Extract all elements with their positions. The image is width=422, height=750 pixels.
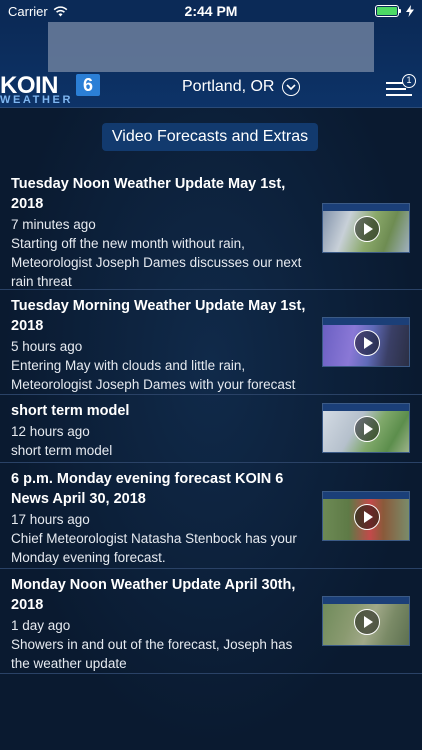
chevron-down-icon	[282, 78, 301, 96]
video-title: Tuesday Morning Weather Update May 1st, …	[11, 298, 306, 334]
video-time: 7 minutes ago	[11, 217, 96, 232]
charging-icon	[406, 5, 414, 17]
thumbnail-banner	[323, 492, 409, 499]
video-thumbnail[interactable]	[322, 596, 410, 646]
nav-bar: KOIN 6 WEATHER Portland, OR 1	[0, 72, 422, 108]
menu-button[interactable]: 1	[386, 74, 416, 100]
video-description: Entering May with clouds and little rain…	[11, 358, 296, 392]
play-icon[interactable]	[354, 330, 380, 356]
video-list-item[interactable]: Tuesday Morning Weather Update May 1st, …	[0, 290, 422, 395]
play-icon[interactable]	[354, 416, 380, 442]
video-title: Monday Noon Weather Update April 30th, 2…	[11, 577, 296, 613]
video-title: short term model	[11, 403, 130, 419]
thumbnail-banner	[323, 318, 409, 325]
section-title: Video Forecasts and Extras	[102, 123, 318, 151]
video-thumbnail[interactable]	[322, 203, 410, 253]
video-list-item[interactable]: 6 p.m. Monday evening forecast KOIN 6 Ne…	[0, 463, 422, 569]
play-icon[interactable]	[354, 216, 380, 242]
video-time: 1 day ago	[11, 618, 71, 633]
ad-banner[interactable]	[48, 22, 374, 72]
menu-icon-line	[386, 94, 412, 96]
carrier-label: Carrier	[8, 3, 48, 19]
video-description: Starting off the new month without rain,…	[11, 236, 302, 289]
thumbnail-banner	[323, 597, 409, 604]
video-thumbnail[interactable]	[322, 317, 410, 367]
video-thumbnail[interactable]	[322, 491, 410, 541]
video-time: 5 hours ago	[11, 339, 83, 354]
video-list-item[interactable]: Monday Noon Weather Update April 30th, 2…	[0, 569, 422, 674]
video-description: Chief Meteorologist Natasha Stenbock has…	[11, 531, 297, 565]
video-description: short term model	[11, 443, 113, 458]
video-thumbnail[interactable]	[322, 403, 410, 453]
video-list[interactable]: Tuesday Noon Weather Update May 1st, 201…	[0, 168, 422, 674]
wifi-icon	[53, 5, 68, 16]
video-time: 17 hours ago	[11, 512, 90, 527]
play-icon[interactable]	[354, 609, 380, 635]
thumbnail-banner	[323, 404, 409, 411]
app-header: KOIN 6 WEATHER Portland, OR 1	[0, 22, 422, 108]
video-list-item[interactable]: Tuesday Noon Weather Update May 1st, 201…	[0, 168, 422, 290]
notification-badge: 1	[402, 74, 416, 88]
battery-icon	[375, 5, 401, 17]
status-bar: Carrier 2:44 PM	[0, 0, 422, 22]
thumbnail-banner	[323, 204, 409, 211]
logo-subtitle: WEATHER	[0, 94, 73, 106]
video-description: Showers in and out of the forecast, Jose…	[11, 637, 293, 671]
video-title: 6 p.m. Monday evening forecast KOIN 6 Ne…	[11, 471, 284, 507]
video-time: 12 hours ago	[11, 424, 90, 439]
location-selector[interactable]: Portland, OR	[182, 78, 301, 96]
video-title: Tuesday Noon Weather Update May 1st, 201…	[11, 176, 286, 212]
play-icon[interactable]	[354, 504, 380, 530]
menu-icon-line	[386, 88, 406, 90]
koin6-weather-logo[interactable]: KOIN 6 WEATHER	[0, 72, 104, 106]
video-list-item[interactable]: short term model 12 hours ago short term…	[0, 395, 422, 463]
logo-number: 6	[76, 74, 100, 96]
main-content[interactable]: Video Forecasts and Extras Tuesday Noon …	[0, 108, 422, 750]
location-label: Portland, OR	[182, 78, 275, 95]
